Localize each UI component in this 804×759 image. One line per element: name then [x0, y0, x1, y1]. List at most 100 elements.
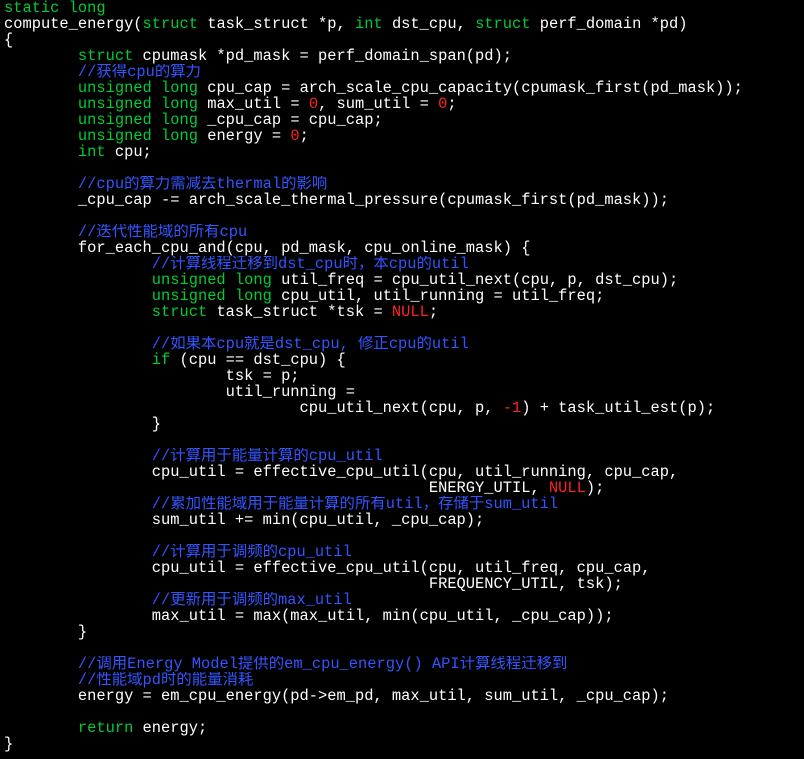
- code-token-constant: NULL: [391, 304, 429, 320]
- code-token-comment: //计算用于能量计算的cpu_util: [151, 448, 383, 464]
- code-token-plain: ) + task_util_est(p);: [521, 400, 716, 416]
- code-token-keyword: static long: [4, 0, 106, 16]
- code-line: static long: [4, 0, 804, 16]
- code-line: //如果本cpu就是dst_cpu, 修正cpu的util: [4, 336, 804, 352]
- code-line: for_each_cpu_and(cpu, pd_mask, cpu_onlin…: [4, 240, 804, 256]
- code-token-plain: }: [4, 624, 88, 640]
- code-line: util_running =: [4, 384, 804, 400]
- code-token-plain: dst_cpu,: [382, 16, 476, 32]
- code-token-plain: energy =: [197, 128, 291, 144]
- code-token-keyword: unsigned long: [151, 272, 272, 288]
- code-token-comment: //调用Energy Model提供的em_cpu_energy() API计算…: [77, 656, 568, 672]
- code-line: struct task_struct *tsk = NULL;: [4, 304, 804, 320]
- code-token-plain: task_struct *tsk =: [207, 304, 392, 320]
- code-line: cpu_util = effective_cpu_util(cpu, util_…: [4, 464, 804, 480]
- code-token-constant: 0: [308, 96, 319, 112]
- code-token-plain: _cpu_cap -= arch_scale_thermal_pressure(…: [4, 192, 669, 208]
- code-token-plain: cpu_util_next(cpu, p,: [4, 400, 503, 416]
- code-token-plain: for_each_cpu_and(cpu, pd_mask, cpu_onlin…: [4, 240, 531, 256]
- code-token-constant: -1: [502, 400, 522, 416]
- code-line: sum_util += min(cpu_util, _cpu_cap);: [4, 512, 804, 528]
- code-line: cpu_util = effective_cpu_util(cpu, util_…: [4, 560, 804, 576]
- code-token-keyword: struct: [77, 48, 134, 64]
- code-token-plain: }: [4, 416, 162, 432]
- code-token-keyword: unsigned long: [77, 96, 198, 112]
- code-line: //迭代性能域的所有cpu: [4, 224, 804, 240]
- code-token-plain: ;: [299, 128, 309, 144]
- code-token-plain: cpumask *pd_mask = perf_domain_span(pd);: [133, 48, 512, 64]
- code-token-keyword: unsigned long: [151, 288, 272, 304]
- code-line: //计算用于调频的cpu_util: [4, 544, 804, 560]
- code-line: compute_energy(struct task_struct *p, in…: [4, 16, 804, 32]
- code-token-plain: tsk = p;: [4, 368, 300, 384]
- code-line: FREQUENCY_UTIL, tsk);: [4, 576, 804, 592]
- code-token-comment: //如果本cpu就是dst_cpu, 修正cpu的util: [151, 336, 469, 352]
- code-line: }: [4, 736, 804, 752]
- code-token-constant: 0: [290, 128, 300, 144]
- code-token-plain: util_running =: [4, 384, 355, 400]
- code-line: unsigned long max_util = 0, sum_util = 0…: [4, 96, 804, 112]
- code-token-comment: //计算线程迁移到dst_cpu时，本cpu的util: [151, 256, 469, 272]
- code-editor[interactable]: static long compute_energy(struct task_st…: [0, 0, 804, 759]
- code-line: //cpu的算力需减去thermal的影响: [4, 176, 804, 192]
- code-line: if (cpu == dst_cpu) {: [4, 352, 804, 368]
- code-line: int cpu;: [4, 144, 804, 160]
- code-token-keyword: int: [77, 144, 106, 160]
- code-token-plain: (cpu == dst_cpu) {: [170, 352, 346, 368]
- code-token-plain: cpu_util, util_running = util_freq;: [271, 288, 605, 304]
- code-token-plain: }: [4, 736, 14, 752]
- code-token-plain: _cpu_cap = cpu_cap;: [197, 112, 383, 128]
- code-token-keyword: struct: [142, 16, 198, 32]
- code-token-comment: //更新用于调频的max_util: [151, 592, 352, 608]
- code-token-keyword: unsigned long: [77, 80, 198, 96]
- code-line: unsigned long cpu_cap = arch_scale_cpu_c…: [4, 80, 804, 96]
- code-line: unsigned long cpu_util, util_running = u…: [4, 288, 804, 304]
- code-token-keyword: int: [354, 16, 383, 32]
- code-line: //累加性能域用于能量计算的所有util，存储于sum_util: [4, 496, 804, 512]
- code-token-plain: ;: [447, 96, 457, 112]
- code-token-comment: //累加性能域用于能量计算的所有util，存储于sum_util: [151, 496, 559, 512]
- code-line: cpu_util_next(cpu, p, -1) + task_util_es…: [4, 400, 804, 416]
- code-line: tsk = p;: [4, 368, 804, 384]
- code-line: //性能域pd时的能量消耗: [4, 672, 804, 688]
- code-line: struct cpumask *pd_mask = perf_domain_sp…: [4, 48, 804, 64]
- code-line: }: [4, 416, 804, 432]
- code-token-keyword: struct: [151, 304, 208, 320]
- code-line: //更新用于调频的max_util: [4, 592, 804, 608]
- code-token-plain: energy = em_cpu_energy(pd->em_pd, max_ut…: [4, 688, 669, 704]
- code-token-keyword: struct: [475, 16, 531, 32]
- code-token-keyword: if: [151, 352, 171, 368]
- code-token-keyword: unsigned long: [77, 128, 198, 144]
- code-token-comment: //计算用于调频的cpu_util: [151, 544, 352, 560]
- code-token-plain: compute_energy(: [4, 16, 143, 32]
- code-line: _cpu_cap -= arch_scale_thermal_pressure(…: [4, 192, 804, 208]
- code-token-plain: task_struct *p,: [197, 16, 355, 32]
- code-line: ENERGY_UTIL, NULL);: [4, 480, 804, 496]
- code-line: return energy;: [4, 720, 804, 736]
- code-line: }: [4, 624, 804, 640]
- code-token-plain: max_util =: [197, 96, 309, 112]
- code-token-plain: max_util = max(max_util, min(cpu_util, _…: [4, 608, 614, 624]
